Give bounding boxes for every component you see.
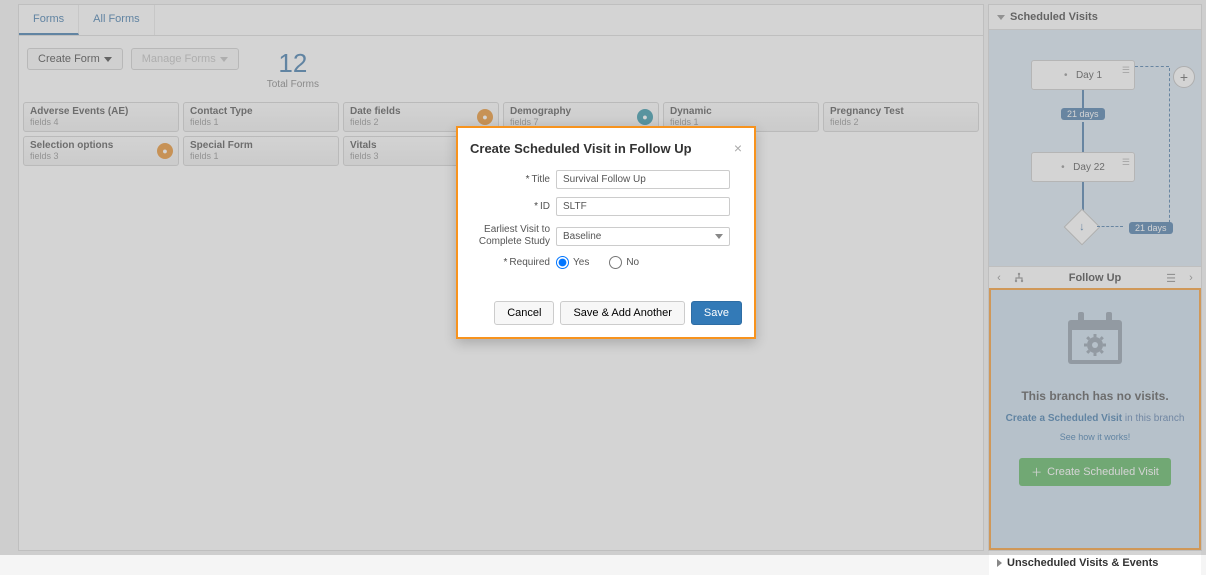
tab-forms[interactable]: Forms (19, 5, 79, 35)
form-card[interactable]: Adverse Events (AE)fields 4 (23, 102, 179, 132)
empty-branch-message: This branch has no visits. (1021, 389, 1168, 403)
form-name: Pregnancy Test (830, 106, 972, 117)
form-status-icon: ● (477, 109, 493, 125)
schedule-diagram: • Day 1 ☰ 21 days • Day 22 ☰ ↓ 21 days + (989, 30, 1201, 266)
toolbar: Create Form Manage Forms 12 Total Forms (19, 36, 983, 98)
visit-day1-label: Day 1 (1076, 70, 1102, 81)
count-label: Total Forms (267, 79, 319, 90)
modal-title: Create Scheduled Visit in Follow Up (470, 141, 692, 156)
branch-next-button[interactable]: › (1181, 272, 1201, 284)
plus-icon: ＋ (1031, 464, 1042, 480)
visits-panel: Scheduled Visits • Day 1 ☰ 21 days • Day… (988, 4, 1202, 551)
branch-title: Follow Up (1029, 272, 1161, 284)
form-fields: fields 2 (830, 117, 972, 127)
save-button[interactable]: Save (691, 301, 742, 325)
chevron-down-icon (715, 234, 723, 239)
form-name: Selection options (30, 140, 172, 151)
visit-node-day1[interactable]: • Day 1 ☰ (1031, 60, 1135, 90)
see-how-link[interactable]: See how it works! (1060, 432, 1131, 442)
required-yes-radio[interactable]: Yes (556, 256, 589, 269)
collapse-icon (997, 15, 1005, 20)
branch-prev-button[interactable]: ‹ (989, 272, 1009, 284)
form-name: Demography (510, 106, 652, 117)
form-fields: fields 4 (30, 117, 172, 127)
days-badge-2: 21 days (1129, 222, 1173, 234)
unscheduled-visits-label: Unscheduled Visits & Events (1007, 557, 1158, 569)
form-status-icon: ● (157, 143, 173, 159)
title-field[interactable] (556, 170, 730, 189)
required-label: Required (509, 257, 550, 268)
expand-icon (997, 559, 1002, 567)
visit-day22-label: Day 22 (1073, 162, 1105, 173)
visit-node-day22[interactable]: • Day 22 ☰ (1031, 152, 1135, 182)
tab-all-forms[interactable]: All Forms (79, 5, 154, 35)
earliest-label: Earliest Visit to Complete Study (479, 224, 550, 247)
create-form-button[interactable]: Create Form (27, 48, 123, 70)
form-name: Date fields (350, 106, 492, 117)
save-add-another-button[interactable]: Save & Add Another (560, 301, 684, 325)
days-badge-1: 21 days (1061, 108, 1105, 120)
followup-panel: This branch has no visits. Create a Sche… (989, 288, 1201, 550)
scheduled-visits-header[interactable]: Scheduled Visits (989, 5, 1201, 30)
chevron-down-icon (220, 57, 228, 62)
scheduled-visits-label: Scheduled Visits (1010, 11, 1098, 23)
branch-menu-icon[interactable]: ☰ (1161, 272, 1181, 285)
calendar-gear-icon (1060, 308, 1130, 375)
create-scheduled-visit-modal: Create Scheduled Visit in Follow Up × *T… (456, 126, 756, 339)
menu-icon[interactable]: ☰ (1122, 65, 1130, 76)
form-name: Special Form (190, 140, 332, 151)
unscheduled-visits-header[interactable]: Unscheduled Visits & Events (989, 550, 1201, 575)
form-status-icon: ● (637, 109, 653, 125)
title-label: Title (531, 174, 550, 185)
required-no-radio[interactable]: No (609, 256, 639, 269)
menu-icon[interactable]: ☰ (1122, 157, 1130, 168)
chevron-down-icon (104, 57, 112, 62)
create-visit-rest: in this branch (1122, 413, 1184, 424)
cancel-button[interactable]: Cancel (494, 301, 554, 325)
tree-icon[interactable] (1009, 272, 1029, 284)
branch-bar: ‹ Follow Up ☰ › (989, 266, 1201, 290)
create-scheduled-visit-button[interactable]: ＋ Create Scheduled Visit (1019, 458, 1171, 486)
form-card[interactable]: Selection optionsfields 3● (23, 136, 179, 166)
id-field[interactable] (556, 197, 730, 216)
form-fields: fields 1 (190, 151, 332, 161)
create-visit-hint: Create a Scheduled Visit in this branch (1006, 413, 1185, 424)
form-name: Contact Type (190, 106, 332, 117)
plus-button[interactable]: + (1173, 66, 1195, 88)
decision-diamond[interactable]: ↓ (1064, 209, 1101, 246)
arrow-down-icon: ↓ (1079, 221, 1085, 233)
form-name: Adverse Events (AE) (30, 106, 172, 117)
tabs: Forms All Forms (19, 5, 983, 36)
form-fields: fields 1 (190, 117, 332, 127)
earliest-select[interactable]: Baseline (556, 227, 730, 246)
form-card[interactable]: Special Formfields 1 (183, 136, 339, 166)
id-label: ID (540, 201, 550, 212)
no-label: No (626, 257, 639, 268)
form-card[interactable]: Pregnancy Testfields 2 (823, 102, 979, 132)
manage-forms-label: Manage Forms (142, 53, 216, 65)
create-visit-link[interactable]: Create a Scheduled Visit (1006, 413, 1123, 424)
close-icon[interactable]: × (734, 140, 742, 156)
count-number: 12 (267, 48, 319, 79)
form-fields: fields 3 (30, 151, 172, 161)
csv-button-label: Create Scheduled Visit (1047, 466, 1159, 478)
bullet-icon: • (1064, 70, 1074, 81)
manage-forms-button[interactable]: Manage Forms (131, 48, 239, 70)
earliest-value: Baseline (563, 231, 601, 242)
yes-label: Yes (573, 257, 589, 268)
create-form-label: Create Form (38, 53, 100, 65)
total-forms-count: 12 Total Forms (267, 48, 319, 90)
form-card[interactable]: Contact Typefields 1 (183, 102, 339, 132)
form-name: Dynamic (670, 106, 812, 117)
bullet-icon: • (1061, 162, 1071, 173)
